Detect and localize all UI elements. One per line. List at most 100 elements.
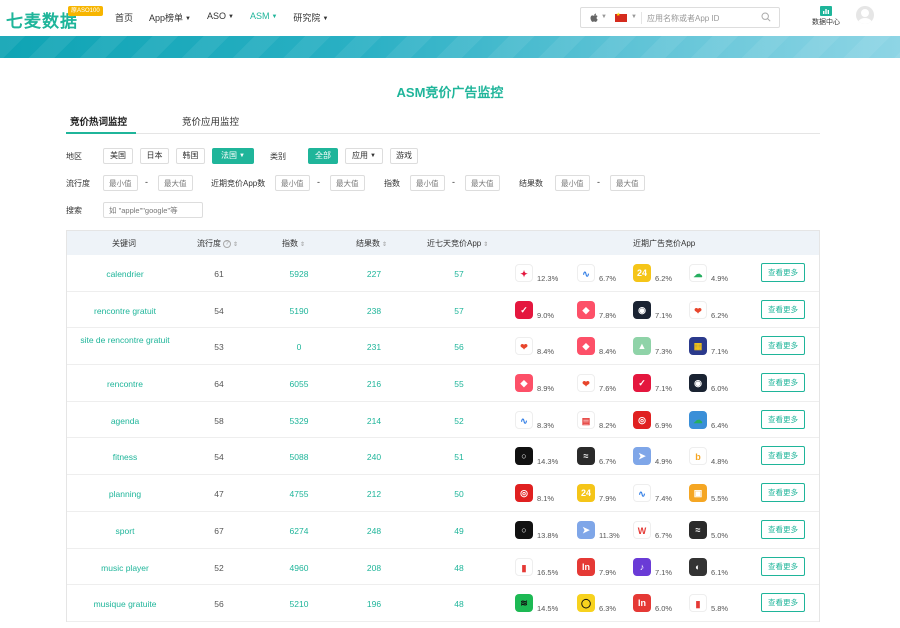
region-us-chip[interactable]: 美国: [103, 148, 133, 164]
bidding-app[interactable]: ◎ 8.1%: [515, 484, 571, 504]
seven-day-value[interactable]: 49: [419, 526, 499, 536]
bidding-app[interactable]: ◎ 6.9%: [633, 410, 689, 431]
seven-day-value[interactable]: 51: [419, 452, 499, 462]
region-kr-chip[interactable]: 韩国: [176, 148, 205, 164]
data-center-link[interactable]: 数据中心: [808, 6, 844, 27]
bidding-app[interactable]: 24 6.2%: [633, 264, 689, 284]
index-value[interactable]: 5928: [270, 269, 328, 279]
view-more-button[interactable]: 查看更多: [761, 519, 805, 539]
view-more-button[interactable]: 查看更多: [761, 409, 805, 429]
bidding-app[interactable]: ✦ 12.3%: [515, 264, 571, 284]
col-popularity[interactable]: 流行度? ⇕: [197, 238, 238, 249]
bidding-app[interactable]: ▤ 8.2%: [577, 410, 633, 431]
bidding-app[interactable]: ∿ 7.4%: [633, 484, 689, 504]
keyword-link[interactable]: rencontre gratuit: [75, 306, 175, 317]
bidding-app[interactable]: ◉ 6.0%: [689, 374, 745, 394]
sort-icon[interactable]: ⇕: [300, 242, 305, 248]
bidding-app[interactable]: ➤ 11.3%: [577, 520, 633, 541]
keyword-link[interactable]: calendrier: [75, 269, 175, 280]
index-value[interactable]: 5088: [270, 452, 328, 462]
seven-day-value[interactable]: 55: [419, 379, 499, 389]
avatar[interactable]: [856, 6, 874, 24]
results-min-input[interactable]: [555, 175, 590, 191]
nav-item-1[interactable]: App榜单 ▼: [149, 11, 191, 24]
bidding-app[interactable]: ▮ 5.8%: [689, 594, 745, 614]
index-value[interactable]: 5329: [270, 416, 328, 426]
bidding-app[interactable]: ▣ 5.5%: [689, 484, 745, 504]
view-more-button[interactable]: 查看更多: [761, 593, 805, 613]
bidding-app[interactable]: ◆ 8.9%: [515, 374, 571, 394]
results-value[interactable]: 216: [343, 379, 405, 389]
index-value[interactable]: 4755: [270, 489, 328, 499]
bidding-app[interactable]: ❤ 7.6%: [577, 374, 633, 394]
col-index[interactable]: 指数 ⇕: [282, 238, 305, 249]
tab-bidding-apps[interactable]: 竞价应用监控: [182, 114, 239, 128]
bidding-app[interactable]: ≈6.7%: [577, 447, 633, 467]
bidding-app[interactable]: b 4.8%: [689, 447, 745, 467]
region-jp-chip[interactable]: 日本: [140, 148, 169, 164]
bidding-app[interactable]: ◆ 7.8%: [577, 300, 633, 321]
seven-day-value[interactable]: 57: [419, 306, 499, 316]
sort-icon[interactable]: ⇕: [233, 242, 238, 248]
bidding-app[interactable]: ✓ 9.0%: [515, 300, 571, 321]
results-max-input[interactable]: [610, 175, 645, 191]
chevron-down-icon[interactable]: ▼: [631, 14, 637, 20]
bidding-app[interactable]: ∿ 8.3%: [515, 410, 571, 431]
bidding-app[interactable]: ▦ 7.1%: [689, 337, 745, 357]
keyword-link[interactable]: agenda: [75, 416, 175, 427]
category-apps-chip[interactable]: 应用 ▼: [345, 148, 383, 164]
results-value[interactable]: 238: [343, 306, 405, 316]
category-all-chip[interactable]: 全部: [308, 148, 338, 164]
view-more-button[interactable]: 查看更多: [761, 556, 805, 576]
keyword-link[interactable]: rencontre: [75, 379, 175, 390]
results-value[interactable]: 231: [343, 342, 405, 352]
keyword-search-input[interactable]: [103, 202, 203, 218]
bidding-app[interactable]: ≈5.0%: [689, 520, 745, 541]
view-more-button[interactable]: 查看更多: [761, 299, 805, 319]
index-max-input[interactable]: [465, 175, 500, 191]
search-input[interactable]: [647, 11, 759, 25]
bidding-app[interactable]: ❤ 6.2%: [689, 300, 745, 321]
keyword-link[interactable]: planning: [75, 489, 175, 500]
category-games-chip[interactable]: 游戏: [390, 148, 418, 164]
nav-item-0[interactable]: 首页: [115, 11, 133, 24]
bidding-app[interactable]: ☁ 6.4%: [689, 410, 745, 431]
bidding-app[interactable]: ✓ 7.1%: [633, 374, 689, 394]
index-value[interactable]: 6055: [270, 379, 328, 389]
view-more-button[interactable]: 查看更多: [761, 373, 805, 393]
index-value[interactable]: 6274: [270, 526, 328, 536]
apple-platform-icon[interactable]: [589, 12, 599, 23]
bidding-app[interactable]: ◐ 6.1%: [689, 557, 745, 578]
nav-item-3[interactable]: ASM ▼: [250, 11, 277, 24]
index-value[interactable]: 4960: [270, 563, 328, 573]
nav-item-4[interactable]: 研究院 ▼: [293, 11, 328, 24]
bidding-app[interactable]: W 6.7%: [633, 520, 689, 541]
results-value[interactable]: 208: [343, 563, 405, 573]
bidding-app[interactable]: ♪ 7.1%: [633, 557, 689, 578]
sort-icon[interactable]: ⇕: [382, 242, 387, 248]
recent-apps-min-input[interactable]: [275, 175, 310, 191]
results-value[interactable]: 240: [343, 452, 405, 462]
seven-day-value[interactable]: 48: [419, 563, 499, 573]
recent-apps-max-input[interactable]: [330, 175, 365, 191]
keyword-link[interactable]: site de rencontre gratuit: [75, 335, 175, 346]
keyword-link[interactable]: fitness: [75, 452, 175, 463]
sort-icon[interactable]: ⇕: [483, 242, 488, 248]
bidding-app[interactable]: ∿ 6.7%: [577, 264, 633, 284]
bidding-app[interactable]: ▮ 16.5%: [515, 557, 571, 578]
bidding-app[interactable]: ≋ 14.5%: [515, 594, 571, 614]
results-value[interactable]: 227: [343, 269, 405, 279]
results-value[interactable]: 196: [343, 599, 405, 609]
bidding-app[interactable]: ➤ 4.9%: [633, 447, 689, 467]
results-value[interactable]: 212: [343, 489, 405, 499]
index-value[interactable]: 0: [270, 342, 328, 352]
index-min-input[interactable]: [410, 175, 445, 191]
help-icon[interactable]: ?: [223, 239, 231, 248]
seven-day-value[interactable]: 56: [419, 342, 499, 352]
view-more-button[interactable]: 查看更多: [761, 263, 805, 282]
keyword-link[interactable]: musique gratuite: [75, 599, 175, 610]
keyword-link[interactable]: sport: [75, 526, 175, 537]
view-more-button[interactable]: 查看更多: [761, 483, 805, 503]
china-flag-icon[interactable]: [615, 12, 627, 22]
bidding-app[interactable]: In 6.0%: [633, 594, 689, 614]
